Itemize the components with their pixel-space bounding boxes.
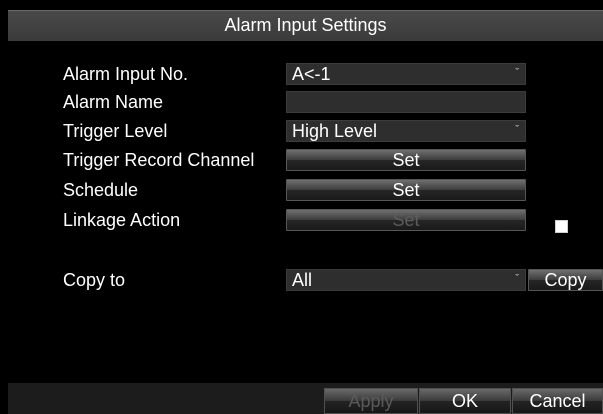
apply-button[interactable]: Apply [324, 388, 418, 414]
alarm-input-settings-window: Alarm Input Settings Alarm Input No. A<-… [0, 0, 603, 414]
settings-form: Alarm Input No. A<-1 ˇ Alarm Name Trigge… [8, 41, 603, 383]
linkage-action-set-button[interactable]: Set [286, 209, 526, 231]
copy-to-select[interactable]: All ˇ [286, 269, 526, 291]
copy-to-value: All [292, 270, 313, 290]
copy-button[interactable]: Copy [528, 269, 603, 291]
copy-to-label: Copy to [63, 270, 126, 290]
alarm-input-no-select[interactable]: A<-1 ˇ [286, 63, 526, 85]
chevron-down-icon: ˇ [515, 67, 519, 79]
chevron-down-icon: ˇ [515, 273, 519, 285]
cancel-button[interactable]: Cancel [512, 388, 603, 414]
trigger-record-channel-set-button[interactable]: Set [286, 149, 526, 171]
alarm-input-no-label: Alarm Input No. [63, 64, 189, 84]
ok-button[interactable]: OK [419, 388, 511, 414]
linkage-action-label: Linkage Action [63, 210, 181, 230]
alarm-input-no-value: A<-1 [292, 64, 331, 84]
schedule-set-button[interactable]: Set [286, 179, 526, 201]
dialog-footer: Apply OK Cancel [8, 383, 603, 414]
trigger-level-label: Trigger Level [63, 121, 168, 141]
chevron-down-icon: ˇ [515, 124, 519, 136]
schedule-label: Schedule [63, 180, 139, 200]
alarm-name-input[interactable] [286, 91, 526, 113]
window-title: Alarm Input Settings [8, 10, 603, 41]
trigger-record-channel-label: Trigger Record Channel [63, 150, 255, 170]
alarm-name-label: Alarm Name [63, 92, 164, 112]
trigger-level-select[interactable]: High Level ˇ [286, 120, 526, 142]
linkage-action-checkbox[interactable] [555, 220, 568, 233]
trigger-level-value: High Level [292, 121, 378, 141]
